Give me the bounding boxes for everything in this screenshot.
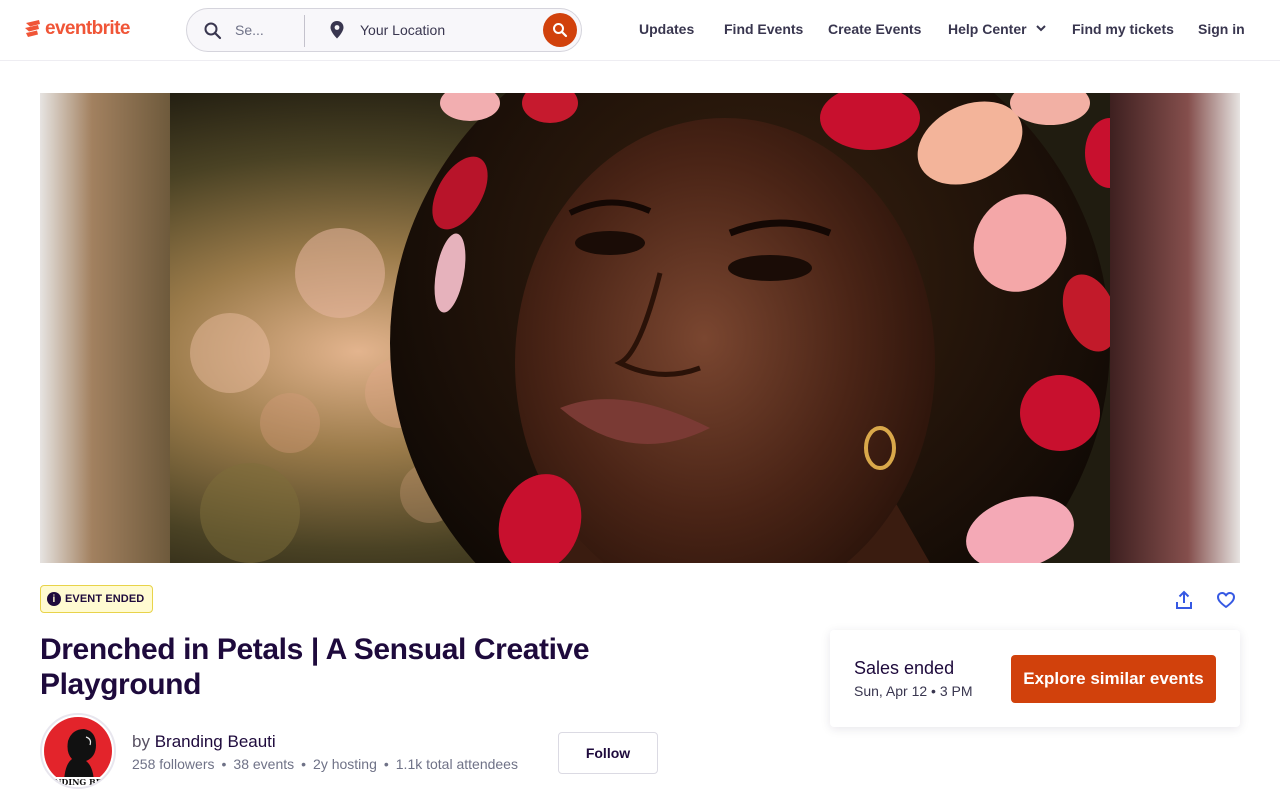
nav-find-events[interactable]: Find Events bbox=[724, 21, 803, 37]
nav-sign-in[interactable]: Sign in bbox=[1198, 21, 1245, 37]
like-button[interactable] bbox=[1214, 588, 1238, 612]
heart-icon bbox=[1217, 592, 1235, 608]
eventbrite-logo-icon bbox=[25, 20, 40, 37]
chevron-down-icon bbox=[1036, 25, 1047, 32]
sales-status: Sales ended bbox=[854, 658, 955, 678]
organizer-avatar[interactable]: ANDING BEA bbox=[40, 713, 116, 789]
nav-help-center-label: Help Center bbox=[948, 21, 1027, 37]
nav-help-center[interactable]: Help Center bbox=[948, 21, 1047, 37]
sales-card: Sales ended Sun, Apr 12 • 3 PM Explore s… bbox=[830, 630, 1240, 727]
info-icon: i bbox=[47, 592, 61, 606]
organizer-by-prefix: by bbox=[132, 732, 150, 751]
svg-text:ANDING BEA: ANDING BEA bbox=[47, 777, 109, 787]
organizer-events: 38 events bbox=[233, 756, 295, 772]
search-input[interactable]: Se... bbox=[235, 22, 264, 38]
organizer-name-line: by Branding Beauti bbox=[132, 732, 276, 752]
top-header: eventbrite Se... Your Location Updates F… bbox=[0, 0, 1280, 61]
event-title: Drenched in Petals | A Sensual Creative … bbox=[40, 633, 590, 701]
event-status-label: EVENT ENDED bbox=[65, 593, 145, 605]
follow-button[interactable]: Follow bbox=[558, 732, 658, 774]
event-date: Sun, Apr 12 • 3 PM bbox=[854, 683, 973, 699]
stat-separator: • bbox=[383, 756, 389, 772]
search-divider bbox=[304, 15, 305, 47]
share-icon bbox=[1176, 590, 1192, 609]
hero-blur-left bbox=[40, 93, 170, 563]
stat-separator: • bbox=[301, 756, 307, 772]
event-status-badge: i EVENT ENDED bbox=[40, 585, 154, 613]
organizer-followers: 258 followers bbox=[132, 756, 215, 772]
stat-separator: • bbox=[221, 756, 227, 772]
logo-text: eventbrite bbox=[45, 18, 130, 39]
search-bar: Se... Your Location bbox=[186, 8, 582, 52]
explore-similar-events-button[interactable]: Explore similar events bbox=[1011, 655, 1216, 703]
organizer-hosting: 2y hosting bbox=[313, 756, 377, 772]
location-pin-icon bbox=[329, 20, 345, 40]
location-input[interactable]: Your Location bbox=[360, 22, 445, 38]
event-photo bbox=[170, 93, 1110, 563]
organizer-stats: 258 followers • 38 events • 2y hosting • 1.1k … bbox=[132, 756, 518, 772]
organizer-attendees: 1.1k total attendees bbox=[395, 756, 518, 772]
share-button[interactable] bbox=[1172, 588, 1196, 612]
hero-blur-right bbox=[1110, 93, 1240, 563]
organizer-name[interactable]: Branding Beauti bbox=[155, 732, 276, 751]
search-icon bbox=[553, 23, 568, 38]
nav-updates[interactable]: Updates bbox=[639, 21, 694, 37]
event-hero-image bbox=[40, 93, 1240, 563]
eventbrite-logo[interactable]: eventbrite bbox=[24, 17, 130, 41]
nav-create-events[interactable]: Create Events bbox=[828, 21, 921, 37]
search-icon bbox=[203, 21, 223, 41]
search-button[interactable] bbox=[543, 13, 577, 47]
nav-find-tickets[interactable]: Find my tickets bbox=[1072, 21, 1174, 37]
